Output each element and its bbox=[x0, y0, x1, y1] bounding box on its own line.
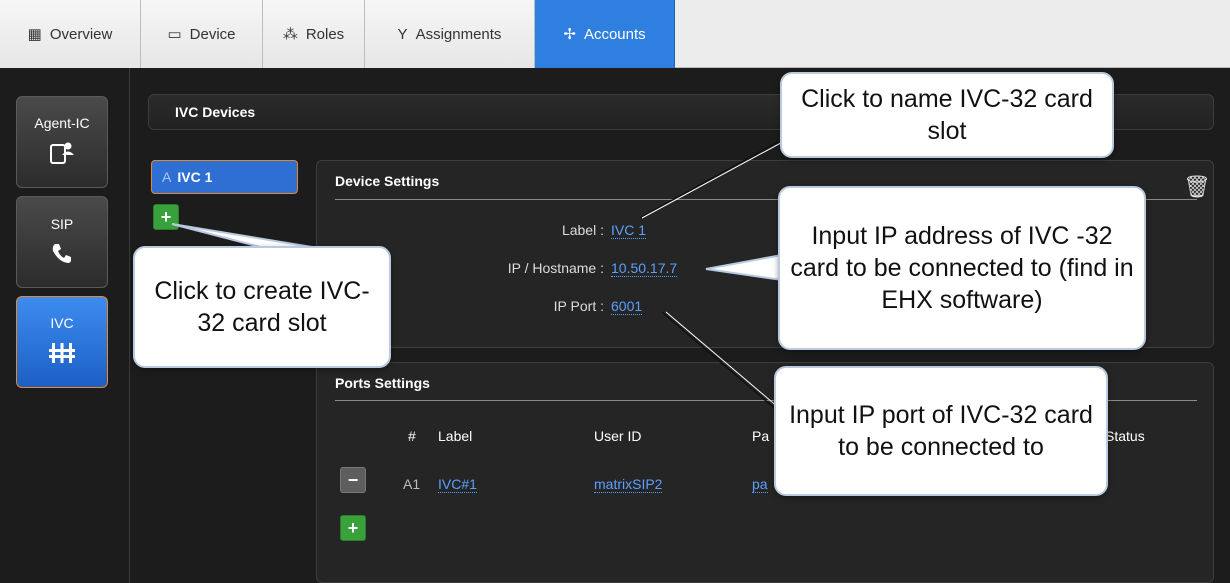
sidebar-item-ivc[interactable]: IVC bbox=[16, 296, 108, 388]
device-list-item[interactable]: A IVC 1 bbox=[151, 160, 298, 194]
device-label: IVC 1 bbox=[177, 169, 213, 185]
col-header-user-id: User ID bbox=[594, 428, 642, 444]
agent-ic-icon bbox=[49, 141, 75, 169]
minus-icon: − bbox=[347, 469, 359, 490]
port-label[interactable]: IVC#1 bbox=[438, 476, 477, 493]
trash-icon[interactable]: 🗑 bbox=[1183, 174, 1211, 200]
port-password[interactable]: pa bbox=[752, 476, 768, 493]
top-tab-bar: ▦ Overview ▭ Device ⁂ Roles Y Assignment… bbox=[0, 0, 1230, 68]
callout-ip-address: Input IP address of IVC -32 card to be c… bbox=[778, 186, 1146, 350]
add-port-button[interactable]: + bbox=[340, 515, 366, 541]
col-header-num: # bbox=[408, 428, 416, 444]
ports-settings-title: Ports Settings bbox=[335, 375, 430, 391]
section-title: IVC Devices bbox=[175, 104, 256, 120]
tab-device[interactable]: ▭ Device bbox=[141, 0, 263, 68]
ip-hostname-value[interactable]: 10.50.17.7 bbox=[611, 260, 678, 277]
callout-name-slot: Click to name IVC-32 card slot bbox=[780, 72, 1114, 158]
port-number: A1 bbox=[403, 476, 421, 492]
callout-create-slot: Click to create IVC-32 card slot bbox=[133, 246, 391, 368]
tab-overview[interactable]: ▦ Overview bbox=[0, 0, 141, 68]
sidebar-item-label: IVC bbox=[50, 315, 74, 331]
accounts-icon: ✢ bbox=[563, 26, 576, 43]
port-user-id[interactable]: matrixSIP2 bbox=[594, 476, 663, 493]
tab-assignments-label: Assignments bbox=[415, 25, 502, 43]
overview-icon: ▦ bbox=[27, 26, 42, 43]
ip-hostname-label: IP / Hostname : bbox=[507, 260, 604, 276]
tab-roles[interactable]: ⁂ Roles bbox=[263, 0, 365, 68]
tab-accounts[interactable]: ✢ Accounts bbox=[535, 0, 675, 68]
sidebar-item-agent-ic[interactable]: Agent-IC bbox=[16, 96, 108, 188]
phone-icon bbox=[51, 242, 73, 268]
assignments-icon: Y bbox=[397, 25, 408, 43]
ip-port-label: IP Port : bbox=[553, 298, 604, 314]
remove-port-button[interactable]: − bbox=[340, 467, 366, 493]
sidebar-item-sip[interactable]: SIP bbox=[16, 196, 108, 288]
callout-ip-port: Input IP port of IVC-32 card to be conne… bbox=[774, 366, 1108, 496]
col-header-status: Status bbox=[1105, 428, 1145, 444]
plus-icon: + bbox=[160, 206, 172, 227]
ip-port-value[interactable]: 6001 bbox=[611, 298, 643, 315]
tab-overview-label: Overview bbox=[49, 25, 113, 43]
roles-icon: ⁂ bbox=[282, 26, 298, 43]
sidebar: Agent-IC SIP IVC bbox=[0, 68, 130, 583]
tab-accounts-label: Accounts bbox=[583, 25, 646, 43]
device-prefix: A bbox=[162, 169, 172, 185]
tab-device-label: Device bbox=[189, 25, 236, 43]
device-settings-title: Device Settings bbox=[335, 173, 440, 189]
col-header-password: Pa bbox=[752, 428, 770, 444]
ivc-icon bbox=[49, 341, 75, 369]
label-field-label: Label : bbox=[561, 222, 604, 238]
add-device-button[interactable]: + bbox=[153, 204, 179, 230]
col-header-label: Label bbox=[438, 428, 473, 444]
device-icon: ▭ bbox=[167, 26, 182, 43]
tab-roles-label: Roles bbox=[305, 25, 345, 43]
sidebar-item-label: SIP bbox=[50, 216, 74, 232]
sidebar-item-label: Agent-IC bbox=[34, 115, 90, 131]
tab-assignments[interactable]: Y Assignments bbox=[365, 0, 535, 68]
label-field-value[interactable]: IVC 1 bbox=[611, 222, 647, 239]
plus-icon: + bbox=[347, 517, 359, 538]
